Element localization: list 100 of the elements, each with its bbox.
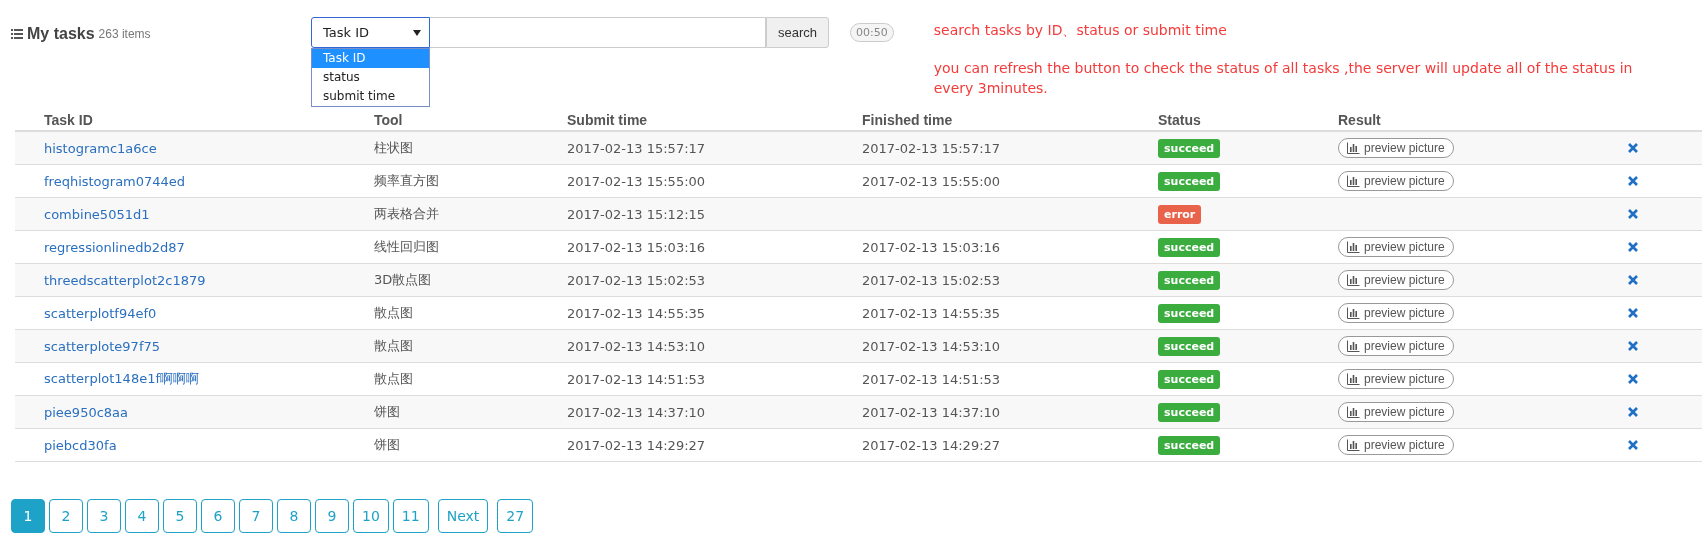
- page-button[interactable]: 7: [239, 499, 273, 533]
- task-link[interactable]: freqhistogram0744ed: [44, 173, 374, 189]
- page-button[interactable]: 4: [125, 499, 159, 533]
- column-header: Finished time: [862, 112, 954, 128]
- submit-time-cell-text: 2017-02-13 14:55:35: [567, 305, 707, 321]
- finished-time-cell: 2017-02-13 14:53:10: [862, 338, 1001, 354]
- tool-cell-text: 饼图: [374, 436, 401, 454]
- page-button[interactable]: 2: [49, 499, 83, 533]
- bar-chart-icon: [1347, 274, 1360, 286]
- close-icon[interactable]: [1628, 407, 1638, 417]
- close-icon[interactable]: [1628, 143, 1638, 153]
- close-icon[interactable]: [1628, 209, 1638, 219]
- tool-cell-text: 两表格合并: [374, 205, 440, 223]
- submit-time-cell-text: 2017-02-13 14:53:10: [567, 338, 707, 354]
- column-header: Status: [1158, 112, 1202, 128]
- submit-time-cell-text: 2017-02-13 14:37:10: [567, 404, 707, 420]
- hint-text: search tasks by ID、status or submit time: [933, 21, 1228, 40]
- hint-text: you can refresh the button to check the status of all tasks ,the server will update all of the status in every 3minutes.: [933, 59, 1634, 98]
- field-select[interactable]: Task ID: [311, 17, 430, 48]
- finished-time-cell: 2017-02-13 15:57:17: [862, 140, 1001, 156]
- task-link[interactable]: histogramc1a6ce: [44, 140, 374, 156]
- finished-time-cell: 2017-02-13 14:29:27: [862, 437, 1001, 453]
- submit-time-cell-text: 2017-02-13 15:55:00: [567, 173, 707, 189]
- search-field[interactable]: [430, 17, 766, 48]
- task-link[interactable]: threedscatterplot2c1879: [44, 272, 374, 288]
- close-icon[interactable]: [1628, 374, 1638, 384]
- column-header: Submit time: [567, 112, 649, 128]
- task-link[interactable]: piebcd30fa: [44, 437, 374, 453]
- dropdown-option[interactable]: submit time: [312, 87, 429, 106]
- close-icon[interactable]: [1628, 275, 1638, 285]
- page-button[interactable]: 11: [392, 499, 429, 533]
- close-icon[interactable]: [1628, 242, 1638, 252]
- bar-chart-icon: [1347, 175, 1360, 187]
- status-badge: succeed: [1158, 237, 1221, 257]
- status-badge: succeed: [1158, 369, 1221, 389]
- close-icon[interactable]: [1628, 308, 1638, 318]
- preview-button[interactable]: preview picture: [1338, 402, 1454, 422]
- task-link[interactable]: scatterplot148e1f啊啊啊: [44, 370, 374, 388]
- finished-time-cell: 2017-02-13 15:55:00: [862, 173, 1001, 189]
- status-badge: succeed: [1158, 435, 1221, 455]
- tool-cell-text: 线性回归图: [374, 238, 440, 256]
- preview-button[interactable]: preview picture: [1338, 138, 1454, 158]
- tool-cell-text: 3D散点图: [374, 271, 433, 289]
- search-button[interactable]: search: [766, 17, 830, 48]
- page-button[interactable]: Next: [437, 499, 489, 533]
- dropdown-option[interactable]: Task ID: [312, 49, 429, 68]
- preview-button[interactable]: preview picture: [1338, 336, 1454, 356]
- submit-time-cell-text: 2017-02-13 15:03:16: [567, 239, 707, 255]
- task-link[interactable]: scatterplote97f75: [44, 338, 374, 354]
- column-header: Tool: [374, 112, 404, 128]
- preview-button[interactable]: preview picture: [1338, 435, 1454, 455]
- bar-chart-icon: [1347, 439, 1360, 451]
- bar-chart-icon: [1347, 340, 1360, 352]
- page-button[interactable]: 10: [353, 499, 389, 533]
- item-count: 263 items: [98, 27, 151, 41]
- submit-time-cell-text: 2017-02-13 15:57:17: [567, 140, 707, 156]
- preview-button[interactable]: preview picture: [1338, 171, 1454, 191]
- tool-cell-text: 饼图: [374, 403, 401, 421]
- page-button[interactable]: 27: [497, 499, 534, 533]
- finished-time-cell: 2017-02-13 14:55:35: [862, 305, 1001, 321]
- task-link[interactable]: combine5051d1: [44, 206, 374, 222]
- status-badge: succeed: [1158, 303, 1221, 323]
- column-header: Task ID: [44, 112, 94, 128]
- close-icon[interactable]: [1628, 440, 1638, 450]
- submit-time-cell-text: 2017-02-13 14:29:27: [567, 437, 707, 453]
- bar-chart-icon: [1347, 406, 1360, 418]
- close-icon[interactable]: [1628, 341, 1638, 351]
- caret-icon: [413, 29, 421, 36]
- page-button[interactable]: 8: [277, 499, 311, 533]
- bar-chart-icon: [1347, 241, 1360, 253]
- task-link[interactable]: scatterplotf94ef0: [44, 305, 374, 321]
- close-icon[interactable]: [1628, 176, 1638, 186]
- tool-cell-text: 柱状图: [374, 139, 414, 157]
- tool-cell-text: 散点图: [374, 304, 414, 322]
- bar-chart-icon: [1347, 373, 1360, 385]
- page-button[interactable]: 3: [87, 499, 121, 533]
- task-link[interactable]: piee950c8aa: [44, 404, 374, 420]
- task-link[interactable]: regressionlinedb2d87: [44, 239, 374, 255]
- status-badge: succeed: [1158, 171, 1221, 191]
- preview-button[interactable]: preview picture: [1338, 237, 1454, 257]
- finished-time-cell: 2017-02-13 14:51:53: [862, 371, 1001, 387]
- status-badge: error: [1158, 204, 1202, 224]
- page-button[interactable]: 1: [11, 499, 45, 533]
- timer-badge[interactable]: 00:50: [850, 23, 894, 42]
- column-header: Result: [1338, 112, 1382, 128]
- page-title: My tasks: [27, 25, 95, 43]
- dropdown-option[interactable]: status: [312, 68, 429, 87]
- tool-cell-text: 散点图: [374, 370, 414, 388]
- page-button[interactable]: 9: [315, 499, 349, 533]
- preview-button[interactable]: preview picture: [1338, 369, 1454, 389]
- bar-chart-icon: [1347, 142, 1360, 154]
- page-button[interactable]: 5: [163, 499, 197, 533]
- status-badge: succeed: [1158, 402, 1221, 422]
- preview-button[interactable]: preview picture: [1338, 303, 1454, 323]
- submit-time-cell-text: 2017-02-13 15:12:15: [567, 206, 707, 222]
- status-badge: succeed: [1158, 336, 1221, 356]
- preview-button[interactable]: preview picture: [1338, 270, 1454, 290]
- list-icon: [11, 29, 23, 39]
- submit-time-cell-text: 2017-02-13 15:02:53: [567, 272, 707, 288]
- page-button[interactable]: 6: [201, 499, 235, 533]
